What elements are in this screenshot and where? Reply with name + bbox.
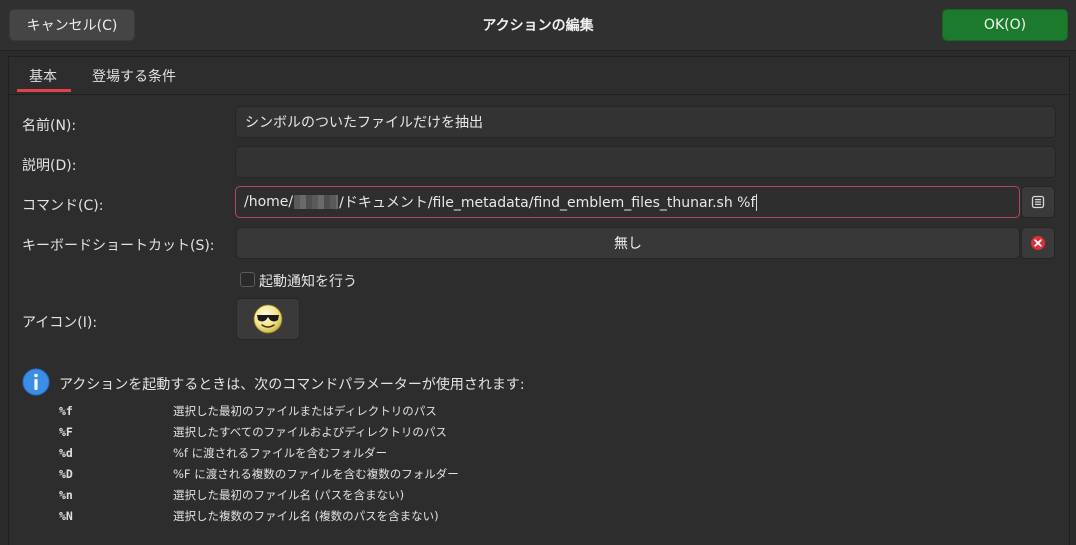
name-input-value: シンボルのついたファイルだけを抽出 [245,115,483,131]
tab-appearance-conditions[interactable]: 登場する条件 [92,66,176,86]
clear-shortcut-button[interactable] [1021,227,1055,259]
param-description: %f に渡されるファイルを含むフォルダー [173,446,388,460]
param-key: %F [59,425,73,439]
active-tab-indicator [17,89,71,92]
command-path-prefix: /home/ [244,194,294,210]
shortcut-button[interactable]: 無し [236,227,1020,259]
param-description: 選択したすべてのファイルおよびディレクトリのパス [173,425,447,439]
param-description: 選択した最初のファイル名 (パスを含まない) [173,488,405,502]
param-description: 選択した最初のファイルまたはディレクトリのパス [173,404,437,418]
shortcut-label: キーボードショートカット(S): [22,238,215,254]
name-label: 名前(N): [22,118,77,134]
header-bar: キャンセル(C) アクションの編集 OK(O) [0,0,1076,51]
startup-notify-label[interactable]: 起動通知を行う [259,271,357,291]
info-text: アクションを起動するときは、次のコマンドパラメーターが使用されます: [59,377,525,393]
icon-label: アイコン(I): [22,315,98,331]
cool-sunglasses-smiley-icon [253,304,283,334]
command-label: コマンド(C): [22,198,104,214]
description-label: 説明(D): [22,158,77,174]
text-cursor [756,193,758,211]
redacted-username [294,195,339,209]
dialog-title: アクションの編集 [482,18,594,34]
icon-picker-button[interactable] [236,298,300,340]
param-key: %D [59,467,73,481]
browse-button[interactable] [1021,186,1055,218]
ok-button[interactable]: OK(O) [942,9,1068,41]
param-description: %F に渡される複数のファイルを含む複数のフォルダー [173,467,459,481]
param-key: %N [59,509,73,523]
param-key: %d [59,446,73,460]
tab-bar: 基本 登場する条件 [9,57,1069,95]
info-icon [22,368,50,396]
tab-basic[interactable]: 基本 [29,66,57,86]
param-key: %n [59,488,73,502]
startup-notify-checkbox[interactable] [240,272,255,287]
name-input[interactable]: シンボルのついたファイルだけを抽出 [235,106,1056,138]
clear-icon [1031,236,1045,250]
command-path-suffix: /ドキュメント/file_metadata/find_emblem_files_… [339,195,756,211]
file-browse-icon [1031,195,1045,209]
command-input[interactable]: /home/ /ドキュメント/file_metadata/find_emblem_… [235,186,1020,218]
param-description: 選択した複数のファイル名 (複数のパスを含まない) [173,509,439,523]
description-input[interactable] [235,146,1056,178]
param-key: %f [59,404,73,418]
